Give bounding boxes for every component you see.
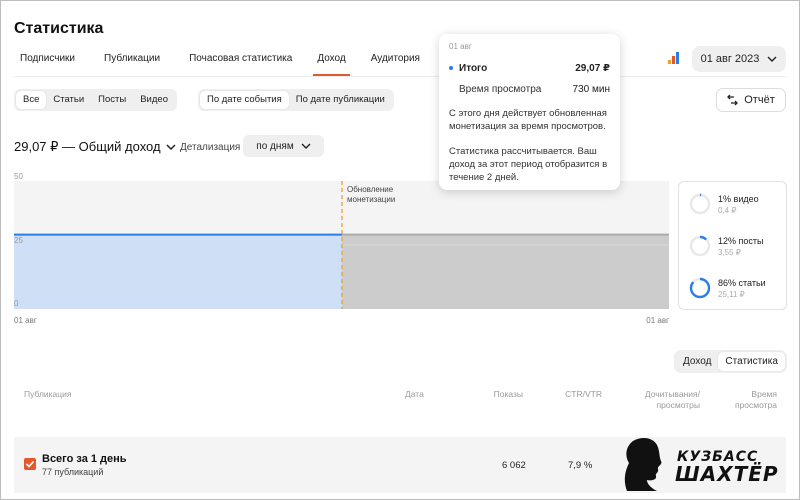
report-button[interactable]: Отчёт [716, 88, 786, 112]
filter-videos[interactable]: Видео [133, 91, 175, 109]
total-row-title: Всего за 1 день [42, 453, 127, 465]
date-picker-value: 01 авг 2023 [700, 53, 760, 65]
table-view-toggle: Доход Статистика [674, 350, 787, 373]
page-title: Статистика [14, 20, 104, 37]
filter-articles[interactable]: Статьи [46, 91, 91, 109]
income-chart: 50 25 0 01 авг 01 авг Обновление монетиз… [14, 172, 669, 325]
tab-audience[interactable]: Аудитория [367, 53, 424, 76]
total-income-label: 29,07 ₽ — Общий доход [14, 139, 161, 154]
breakdown-value: 25,11 ₽ [718, 289, 745, 299]
tooltip-watch-value: 730 мин [572, 84, 610, 95]
breakdown-name: видео [733, 193, 759, 204]
tooltip-note-monetization: С этого дня действует обновленная монети… [449, 108, 607, 132]
tab-income[interactable]: Доход [313, 53, 350, 76]
breakdown-item-articles: 86% статьи 25,11 ₽ [689, 277, 766, 299]
column-header-date[interactable]: Дата [405, 389, 424, 400]
y-tick-label-max: 50 [14, 172, 23, 181]
main-tabs: Подписчики Публикации Почасовая статисти… [14, 53, 424, 76]
y-tick-label-mid: 25 [14, 236, 23, 245]
tab-subscribers[interactable]: Подписчики [14, 53, 79, 76]
column-header-watch-time[interactable]: Время просмотра [716, 389, 777, 411]
column-header-readthrough-line1: Дочитывания/ [644, 389, 700, 399]
total-row-ctr: 7,9 % [568, 460, 593, 471]
filter-by-publication-date[interactable]: По дате публикации [289, 91, 392, 109]
breakdown-value: 0,4 ₽ [718, 205, 737, 215]
column-header-ctr[interactable]: CTR/VTR [540, 389, 602, 400]
breakdown-name: статьи [738, 277, 766, 288]
date-mode-filter: По дате события По дате публикации [198, 89, 394, 111]
miner-silhouette-icon [624, 437, 662, 491]
toggle-statistics[interactable]: Статистика [718, 352, 785, 371]
detail-select[interactable]: по дням [243, 135, 324, 157]
chart-annotation-line-1: Обновление [347, 185, 394, 194]
breakdown-pct: 86% [718, 277, 737, 288]
content-type-filter: Все Статьи Посты Видео [14, 89, 177, 111]
column-header-readthrough-line2: просмотры [656, 400, 700, 410]
detail-label: Детализация [180, 142, 241, 153]
pending-region [342, 234, 669, 309]
tooltip-watch-row: Время просмотра 730 мин [449, 84, 610, 95]
chevron-down-icon [301, 143, 311, 149]
column-header-readthrough[interactable]: Дочитывания/ просмотры [620, 389, 700, 411]
column-header-watch-line2: просмотра [734, 400, 777, 410]
tab-hourly-stats[interactable]: Почасовая статистика [185, 53, 296, 76]
total-row-subtitle: 77 публикаций [42, 467, 104, 477]
series-area [14, 234, 342, 309]
tooltip-note-calculating: Статистика рассчитывается. Ваш доход за … [449, 146, 608, 183]
tooltip-total-value: 29,07 ₽ [575, 63, 610, 74]
breakdown-item-posts: 12% посты 3,55 ₽ [689, 235, 764, 257]
y-tick-label-min: 0 [14, 299, 19, 308]
breakdown-name: посты [738, 235, 764, 246]
tooltip-date: 01 авг [449, 42, 472, 51]
progress-ring-icon [689, 277, 711, 299]
series-dot-icon [449, 66, 453, 71]
toggle-income[interactable]: Доход [676, 352, 718, 371]
detail-select-value: по дням [256, 140, 294, 152]
checkmark-icon [25, 460, 35, 468]
date-picker[interactable]: 01 авг 2023 [692, 46, 786, 72]
chevron-down-icon [166, 144, 176, 150]
watermark-logo: КУЗБАСС ШАХТЁР [617, 435, 787, 495]
total-income-dropdown[interactable]: 29,07 ₽ — Общий доход [14, 139, 176, 155]
report-icon [727, 94, 739, 106]
report-button-label: Отчёт [744, 94, 775, 106]
x-tick-label-start: 01 авг [14, 316, 37, 325]
breakdown-pct: 12% [718, 235, 737, 246]
tabs-divider [14, 76, 786, 77]
progress-ring-icon [689, 193, 711, 215]
select-all-checkbox[interactable] [24, 458, 36, 470]
chart-annotation: Обновление монетизации [347, 185, 395, 204]
total-row-views: 6 062 [502, 460, 526, 471]
breakdown-value: 3,55 ₽ [718, 247, 741, 257]
x-tick-label-end: 01 авг [646, 316, 669, 325]
filter-posts[interactable]: Посты [91, 91, 133, 109]
tab-publications[interactable]: Публикации [100, 53, 164, 76]
chart-tooltip: 01 авг Итого 29,07 ₽ Время просмотра 730… [439, 34, 620, 190]
tooltip-watch-label: Время просмотра [459, 84, 542, 95]
tooltip-total-label: Итого [459, 63, 488, 74]
chevron-down-icon [767, 56, 777, 62]
tooltip-total-row: Итого 29,07 ₽ [449, 63, 610, 74]
filter-all[interactable]: Все [16, 91, 47, 109]
bar-chart-icon[interactable] [668, 52, 680, 64]
breakdown-item-video: 1% видео 0,4 ₽ [689, 193, 759, 215]
income-breakdown: 1% видео 0,4 ₽ 12% посты 3,55 ₽ 86% стат… [678, 181, 787, 310]
column-header-watch-line1: Время [751, 389, 777, 399]
column-header-views[interactable]: Показы [470, 389, 523, 400]
chart-annotation-line-2: монетизации [347, 195, 395, 204]
breakdown-pct: 1% [718, 193, 732, 204]
logo-text-line2: ШАХТЁР [675, 462, 779, 486]
column-header-publication[interactable]: Публикация [24, 389, 72, 400]
progress-ring-icon [689, 235, 711, 257]
filter-by-event-date[interactable]: По дате события [200, 91, 289, 109]
